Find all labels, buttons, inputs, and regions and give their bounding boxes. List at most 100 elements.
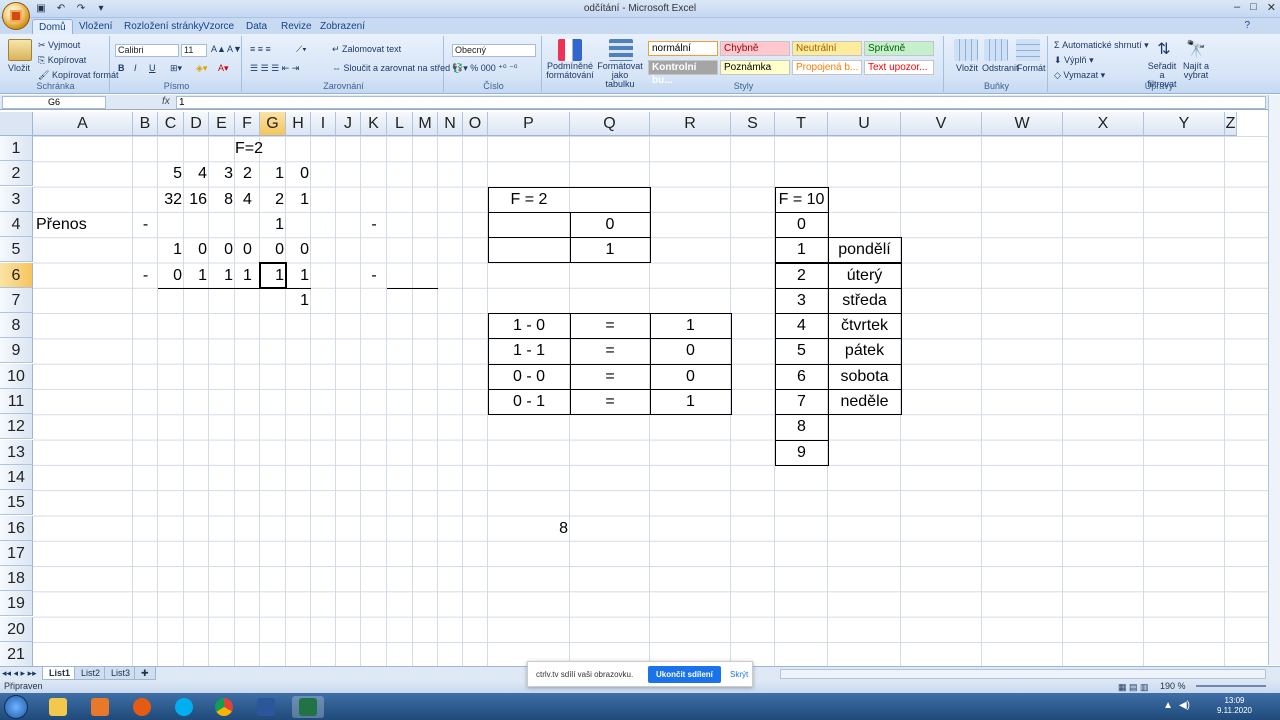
cell-c5[interactable]: 1 xyxy=(158,237,184,262)
cell-c6[interactable]: 0 xyxy=(158,263,184,288)
column-header-u[interactable]: U xyxy=(828,112,901,136)
cell-f5[interactable]: 0 xyxy=(235,237,260,262)
row-header-12[interactable]: 12 xyxy=(0,414,33,440)
cell-q10[interactable]: = xyxy=(570,364,650,389)
sort-filter-icon[interactable]: ⇅ xyxy=(1152,39,1176,61)
cell-q11[interactable]: = xyxy=(570,389,650,414)
stop-sharing-button[interactable]: Ukončit sdílení xyxy=(648,666,721,683)
tab-formulas[interactable]: Vzorce xyxy=(197,19,240,34)
cell-r10[interactable]: 0 xyxy=(650,364,731,389)
cell-h2[interactable]: 0 xyxy=(286,161,311,186)
row-header-8[interactable]: 8 xyxy=(0,313,33,339)
cell-u9[interactable]: pátek xyxy=(828,338,901,363)
cell-g2[interactable]: 1 xyxy=(260,161,286,186)
cell-d2[interactable]: 4 xyxy=(184,161,209,186)
formula-input[interactable]: 1 xyxy=(176,96,1266,109)
cell-g5[interactable]: 0 xyxy=(260,237,286,262)
cell-p8[interactable]: 1 - 0 xyxy=(488,313,570,338)
row-header-21[interactable]: 21 xyxy=(0,642,33,667)
cut-button[interactable]: ✂ Vyjmout xyxy=(38,40,80,51)
row-header-15[interactable]: 15 xyxy=(0,490,33,516)
column-header-n[interactable]: N xyxy=(438,112,463,136)
network-icon[interactable]: ▲ xyxy=(1163,700,1173,711)
row-header-7[interactable]: 7 xyxy=(0,287,33,313)
column-header-z[interactable]: Z xyxy=(1225,112,1237,136)
align-top-icon[interactable]: ≡ ≡ ≡ xyxy=(250,44,271,54)
cell-q9[interactable]: = xyxy=(570,338,650,363)
tab-insert[interactable]: Vložení xyxy=(73,19,118,34)
cell-f6[interactable]: 1 xyxy=(235,263,260,288)
cell-style-4[interactable]: Kontrolní bu... xyxy=(648,60,718,86)
cell-t9[interactable]: 5 xyxy=(775,338,828,363)
cell-e6[interactable]: 1 xyxy=(209,263,235,288)
cell-q8[interactable]: = xyxy=(570,313,650,338)
row-header-3[interactable]: 3 xyxy=(0,186,33,212)
row-header-1[interactable]: 1 xyxy=(0,136,33,161)
cell-t5[interactable]: 1 xyxy=(775,237,828,262)
explorer-icon[interactable] xyxy=(42,696,74,718)
cell-f3[interactable]: 4 xyxy=(235,187,260,212)
cell-a4[interactable]: Přenos xyxy=(33,212,133,237)
cell-h6[interactable]: 1 xyxy=(286,263,311,288)
cell-d3[interactable]: 16 xyxy=(184,187,209,212)
underline-button[interactable]: U xyxy=(149,63,156,73)
sheet-tab-list2[interactable]: List2 xyxy=(74,667,108,680)
find-select-icon[interactable]: 🔭 xyxy=(1184,39,1208,61)
sheet-nav-icon[interactable]: ◂◂ ◂ ▸ ▸▸ xyxy=(2,668,37,679)
cell-t7[interactable]: 3 xyxy=(775,288,828,313)
column-header-j[interactable]: J xyxy=(336,112,361,136)
cell-b6[interactable]: - xyxy=(133,263,158,288)
row-header-14[interactable]: 14 xyxy=(0,464,33,490)
cell-p11[interactable]: 0 - 1 xyxy=(488,389,570,414)
align-left-icon[interactable]: ☰ ☰ ☰ ⇤ ⇥ xyxy=(250,63,299,74)
row-header-4[interactable]: 4 xyxy=(0,211,33,237)
cell-h7[interactable]: 1 xyxy=(286,288,311,313)
column-header-h[interactable]: H xyxy=(286,112,311,136)
cell-e2[interactable]: 3 xyxy=(209,161,235,186)
find-select-button[interactable]: Najít a vybrat xyxy=(1178,62,1214,80)
currency-icon[interactable]: 💱▾ % 000 ⁺⁰ ⁻⁰ xyxy=(452,63,517,74)
bold-button[interactable]: B xyxy=(118,63,125,73)
cell-p16[interactable]: 8 xyxy=(488,516,570,541)
autosum-button[interactable]: Σ Automatické shrnutí ▾ xyxy=(1054,40,1149,51)
minimize-icon[interactable]: – xyxy=(1234,1,1240,14)
paste-icon[interactable] xyxy=(8,39,32,61)
cell-u11[interactable]: neděle xyxy=(828,389,901,414)
column-header-x[interactable]: X xyxy=(1063,112,1144,136)
row-header-13[interactable]: 13 xyxy=(0,439,33,465)
column-header-p[interactable]: P xyxy=(488,112,570,136)
delete-cells-button[interactable]: Odstranit xyxy=(982,63,1019,73)
conditional-format-button[interactable]: Podmíněné formátování xyxy=(546,62,594,80)
cell-t8[interactable]: 4 xyxy=(775,313,828,338)
name-box[interactable]: G6 xyxy=(2,96,106,109)
row-header-20[interactable]: 20 xyxy=(0,616,33,642)
cell-r11[interactable]: 1 xyxy=(650,389,731,414)
cell-u10[interactable]: sobota xyxy=(828,364,901,389)
format-cells-button[interactable]: Formát xyxy=(1017,63,1046,73)
cell-u7[interactable]: středa xyxy=(828,288,901,313)
cell-b4[interactable]: - xyxy=(133,212,158,237)
tab-home[interactable]: Domů xyxy=(32,19,73,34)
italic-button[interactable]: I xyxy=(134,63,137,73)
cell-u6[interactable]: úterý xyxy=(828,263,901,288)
sheet-tab-list3[interactable]: List3 xyxy=(104,667,138,680)
column-header-i[interactable]: I xyxy=(311,112,336,136)
font-size-select[interactable]: 11 xyxy=(181,44,207,57)
tab-data[interactable]: Data xyxy=(240,19,273,34)
cell-r9[interactable]: 0 xyxy=(650,338,731,363)
insert-function-icon[interactable]: fx xyxy=(162,96,170,107)
row-header-5[interactable]: 5 xyxy=(0,237,33,263)
volume-icon[interactable]: ◀) xyxy=(1179,700,1190,711)
cell-f2[interactable]: 2 xyxy=(235,161,260,186)
column-header-w[interactable]: W xyxy=(982,112,1063,136)
column-header-k[interactable]: K xyxy=(361,112,387,136)
column-header-a[interactable]: A xyxy=(33,112,133,136)
row-header-6[interactable]: 6 xyxy=(0,262,33,288)
row-header-11[interactable]: 11 xyxy=(0,389,33,414)
excel-taskbar-icon[interactable] xyxy=(292,696,324,718)
column-header-o[interactable]: O xyxy=(463,112,488,136)
cell-c3[interactable]: 32 xyxy=(158,187,184,212)
cell-k4[interactable]: - xyxy=(361,212,387,237)
clock[interactable]: 13:09 9.11.2020 xyxy=(1217,696,1252,716)
row-header-10[interactable]: 10 xyxy=(0,363,33,389)
